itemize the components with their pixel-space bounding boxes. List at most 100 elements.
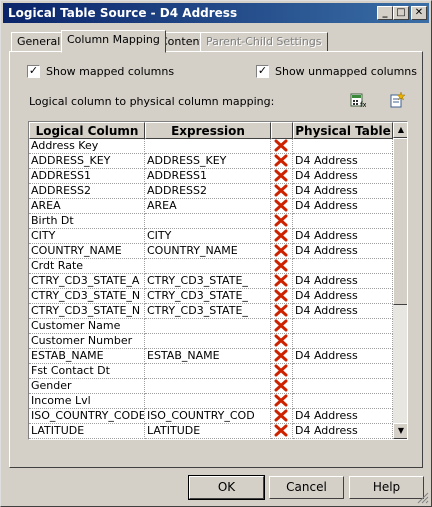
table-row[interactable]: CTRY_CD3_STATE_N CTRY_CD3_STATE_ D4 Addres… [29,289,393,304]
logical-column-cell[interactable]: COUNTRY_NAME [29,244,145,259]
delete-mapping-icon[interactable] [271,289,293,304]
table-row[interactable]: Birth Dt [29,214,393,229]
logical-column-cell[interactable]: Customer Name [29,319,145,334]
vertical-scrollbar[interactable]: ▲ ▼ [393,122,407,439]
maximize-button[interactable]: □ [393,6,409,20]
physical-table-cell[interactable]: D4 Address [293,154,393,169]
delete-mapping-icon[interactable] [271,259,293,274]
header-expression[interactable]: Expression [145,122,271,139]
table-row[interactable]: Customer Name [29,319,393,334]
expression-cell[interactable]: ESTAB_NAME [145,349,271,364]
physical-table-cell[interactable] [293,214,393,229]
logical-column-cell[interactable]: ADDRESS_KEY [29,154,145,169]
expression-cell[interactable]: ADDRESS1 [145,169,271,184]
cancel-button[interactable]: Cancel [269,476,344,499]
logical-column-cell[interactable]: Customer Number [29,334,145,349]
expression-cell[interactable]: ADDRESS_KEY [145,154,271,169]
physical-table-cell[interactable] [293,259,393,274]
delete-mapping-icon[interactable] [271,184,293,199]
delete-mapping-icon[interactable] [271,169,293,184]
expression-cell[interactable]: LATITUDE [145,424,271,439]
table-row[interactable]: LATITUDE LATITUDE D4 Address [29,424,393,439]
delete-mapping-icon[interactable] [271,334,293,349]
logical-column-cell[interactable]: Gender [29,379,145,394]
header-action[interactable] [271,122,293,139]
delete-mapping-icon[interactable] [271,409,293,424]
logical-column-cell[interactable]: AREA [29,199,145,214]
delete-mapping-icon[interactable] [271,304,293,319]
scroll-thumb[interactable] [393,138,407,305]
delete-mapping-icon[interactable] [271,199,293,214]
physical-table-cell[interactable] [293,379,393,394]
delete-mapping-icon[interactable] [271,229,293,244]
table-row[interactable]: ISO_COUNTRY_CODE ISO_COUNTRY_COD D4 Addres… [29,409,393,424]
delete-mapping-icon[interactable] [271,214,293,229]
logical-column-cell[interactable]: LATITUDE [29,424,145,439]
expression-cell[interactable]: CTRY_CD3_STATE_ [145,274,271,289]
expression-cell[interactable]: AREA [145,199,271,214]
checkbox-box[interactable]: ✓ [27,65,40,78]
physical-table-cell[interactable]: D4 Address [293,289,393,304]
expression-cell[interactable] [145,214,271,229]
help-button[interactable]: Help [349,476,424,499]
table-row[interactable]: COUNTRY_NAME COUNTRY_NAME D4 Address [29,244,393,259]
delete-mapping-icon[interactable] [271,349,293,364]
logical-column-cell[interactable]: Income Lvl [29,394,145,409]
physical-table-cell[interactable]: D4 Address [293,304,393,319]
logical-column-cell[interactable]: CTRY_CD3_STATE_N [29,289,145,304]
delete-mapping-icon[interactable] [271,379,293,394]
delete-mapping-icon[interactable] [271,139,293,154]
ok-button[interactable]: OK [188,475,265,500]
delete-mapping-icon[interactable] [271,319,293,334]
scroll-up-button[interactable]: ▲ [393,122,407,138]
physical-table-cell[interactable] [293,139,393,154]
delete-mapping-icon[interactable] [271,274,293,289]
scroll-down-button[interactable]: ▼ [393,423,407,439]
expression-cell[interactable] [145,259,271,274]
logical-column-cell[interactable]: ADDRESS1 [29,169,145,184]
logical-column-cell[interactable]: Fst Contact Dt [29,364,145,379]
physical-table-cell[interactable] [293,394,393,409]
physical-table-cell[interactable]: D4 Address [293,424,393,439]
table-row[interactable]: ADDRESS_KEY ADDRESS_KEY D4 Address [29,154,393,169]
table-row[interactable]: Income Lvl [29,394,393,409]
close-button[interactable]: ✕ [411,6,427,20]
physical-table-cell[interactable]: D4 Address [293,199,393,214]
logical-column-cell[interactable]: CTRY_CD3_STATE_N [29,304,145,319]
logical-column-cell[interactable]: CITY [29,229,145,244]
expression-cell[interactable] [145,319,271,334]
physical-table-cell[interactable] [293,364,393,379]
table-row[interactable]: Gender [29,379,393,394]
physical-table-cell[interactable]: D4 Address [293,274,393,289]
add-mapping-icon[interactable] [389,92,405,108]
expression-cell[interactable]: COUNTRY_NAME [145,244,271,259]
physical-table-cell[interactable]: D4 Address [293,244,393,259]
table-row[interactable]: AREA AREA D4 Address [29,199,393,214]
expression-cell[interactable]: CTRY_CD3_STATE_ [145,289,271,304]
delete-mapping-icon[interactable] [271,244,293,259]
expression-cell[interactable] [145,334,271,349]
expression-cell[interactable]: ADDRESS2 [145,184,271,199]
header-logical-column[interactable]: Logical Column [29,122,145,139]
expression-cell[interactable] [145,139,271,154]
table-row[interactable]: ADDRESS2 ADDRESS2 D4 Address [29,184,393,199]
table-row[interactable]: CTRY_CD3_STATE_A CTRY_CD3_STATE_ D4 Addres… [29,274,393,289]
logical-column-cell[interactable]: ADDRESS2 [29,184,145,199]
table-row[interactable]: ESTAB_NAME ESTAB_NAME D4 Address [29,349,393,364]
mapping-grid[interactable]: Logical Column Expression Physical Table… [28,121,408,440]
delete-mapping-icon[interactable] [271,424,293,439]
physical-table-cell[interactable] [293,319,393,334]
tab-general[interactable]: General [11,32,67,52]
expression-cell[interactable] [145,364,271,379]
logical-column-cell[interactable]: Address Key [29,139,145,154]
table-row[interactable]: Crdt Rate [29,259,393,274]
expression-builder-icon[interactable]: fx [350,92,366,108]
expression-cell[interactable]: CTRY_CD3_STATE_ [145,304,271,319]
delete-mapping-icon[interactable] [271,364,293,379]
header-physical-table[interactable]: Physical Table [293,122,393,139]
delete-mapping-icon[interactable] [271,394,293,409]
expression-cell[interactable] [145,379,271,394]
table-row[interactable]: Fst Contact Dt [29,364,393,379]
logical-column-cell[interactable]: ISO_COUNTRY_CODE [29,409,145,424]
physical-table-cell[interactable]: D4 Address [293,184,393,199]
